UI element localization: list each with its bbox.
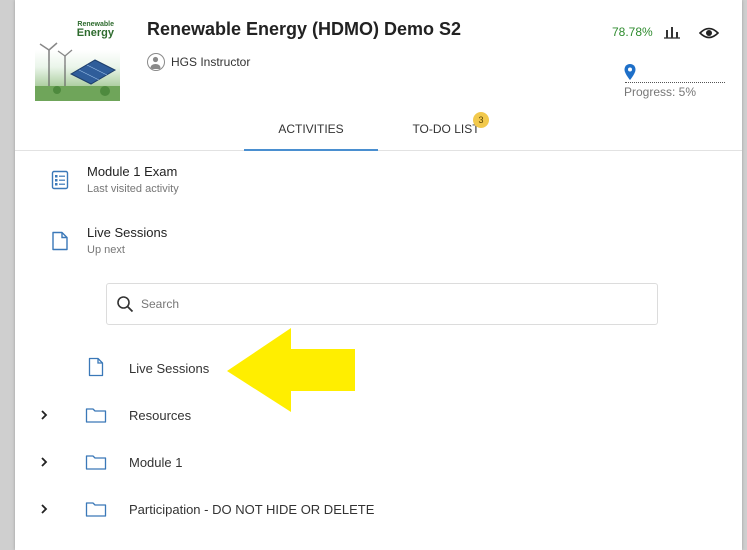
search-input[interactable] bbox=[139, 296, 623, 312]
course-card: Renewable Energy Renewable Energy (HDMO) bbox=[15, 0, 742, 550]
tree-item-label: Module 1 bbox=[129, 455, 183, 470]
chevron-right-icon[interactable] bbox=[39, 502, 49, 516]
instructor-name: HGS Instructor bbox=[171, 55, 251, 69]
tree-item-live-sessions[interactable]: Live Sessions bbox=[15, 349, 742, 389]
tree-item-resources[interactable]: Resources bbox=[15, 396, 742, 436]
tree-item-label: Resources bbox=[129, 408, 192, 423]
instructor[interactable]: HGS Instructor bbox=[147, 53, 250, 71]
recent-activity-live-sessions[interactable]: Live Sessions Up next bbox=[51, 225, 167, 256]
tree-item-participation[interactable]: Participation - DO NOT HIDE OR DELETE bbox=[15, 490, 742, 530]
tab-activities-label: ACTIVITIES bbox=[278, 121, 344, 136]
tree-item-module-1[interactable]: Module 1 bbox=[15, 443, 742, 483]
tree-item-label: Live Sessions bbox=[129, 361, 210, 376]
progress-track bbox=[625, 82, 725, 83]
user-icon bbox=[150, 56, 161, 69]
recent-activity-title: Live Sessions bbox=[87, 225, 168, 240]
search-box[interactable] bbox=[106, 283, 658, 325]
document-icon bbox=[88, 357, 104, 377]
folder-icon bbox=[85, 408, 107, 423]
tab-todo-list[interactable]: TO-DO LIST 3 bbox=[401, 108, 491, 149]
todo-count-badge: 3 bbox=[473, 112, 489, 128]
recent-activity-text: Live Sessions Up next bbox=[87, 225, 167, 256]
chevron-right-icon[interactable] bbox=[39, 455, 49, 469]
location-pin-icon bbox=[624, 64, 636, 80]
checklist-icon bbox=[51, 170, 69, 190]
wind-solar-illustration bbox=[35, 42, 120, 101]
folder-icon bbox=[85, 502, 107, 517]
eye-icon[interactable] bbox=[699, 25, 719, 41]
recent-activity-subtitle: Last visited activity bbox=[87, 183, 179, 195]
tab-bar: ACTIVITIES TO-DO LIST 3 bbox=[15, 108, 742, 151]
tab-activities[interactable]: ACTIVITIES bbox=[244, 108, 378, 151]
folder-icon bbox=[85, 455, 107, 470]
chevron-right-icon[interactable] bbox=[39, 408, 49, 422]
document-icon bbox=[52, 231, 68, 251]
recent-activity-subtitle: Up next bbox=[87, 244, 125, 256]
recent-activity-text: Module 1 Exam Last visited activity bbox=[87, 164, 179, 195]
recent-activity-title: Module 1 Exam bbox=[87, 164, 178, 179]
progress-label: Progress: 5% bbox=[624, 85, 697, 99]
recent-activity-exam[interactable]: Module 1 Exam Last visited activity bbox=[51, 164, 179, 195]
tree-item-label: Participation - DO NOT HIDE OR DELETE bbox=[129, 502, 375, 517]
avatar bbox=[147, 53, 165, 71]
search-icon bbox=[117, 296, 134, 313]
course-title: Renewable Energy (HDMO) Demo S2 bbox=[147, 19, 462, 39]
course-thumbnail: Renewable Energy bbox=[35, 16, 120, 101]
tab-todo-label: TO-DO LIST bbox=[412, 121, 480, 136]
annotation-arrow-icon bbox=[227, 328, 355, 412]
course-grade[interactable]: 78.78% bbox=[612, 25, 653, 39]
bar-chart-icon[interactable] bbox=[663, 24, 681, 40]
